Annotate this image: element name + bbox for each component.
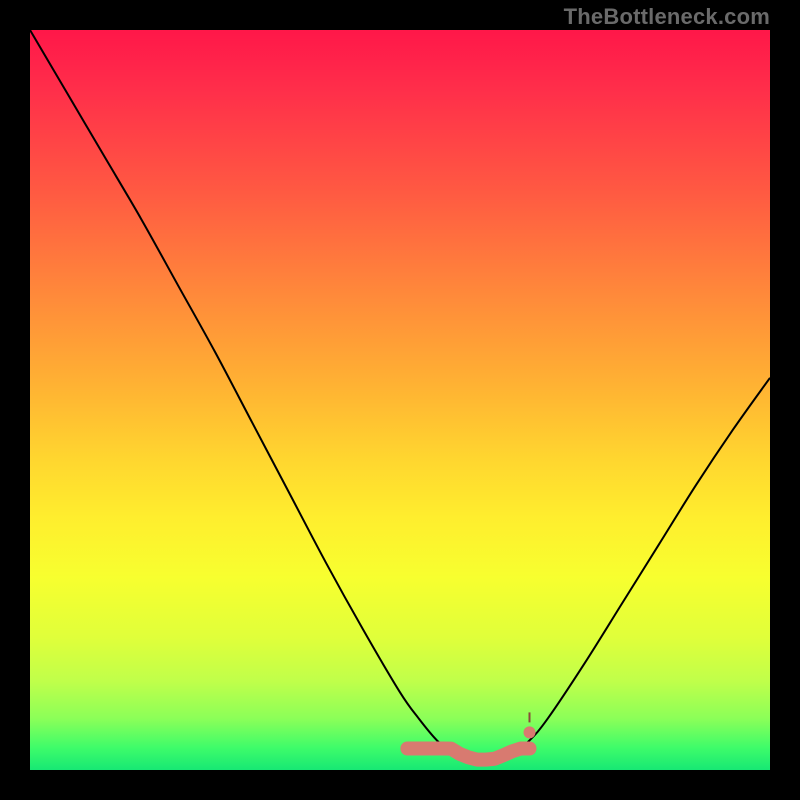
watermark-text: TheBottleneck.com	[564, 4, 770, 30]
optimal-range-marker	[407, 749, 529, 760]
optimal-range-end-dot	[524, 726, 536, 738]
bottleneck-curve	[30, 30, 770, 764]
chart-frame: TheBottleneck.com	[0, 0, 800, 800]
curve-layer	[30, 30, 770, 770]
plot-area	[30, 30, 770, 770]
